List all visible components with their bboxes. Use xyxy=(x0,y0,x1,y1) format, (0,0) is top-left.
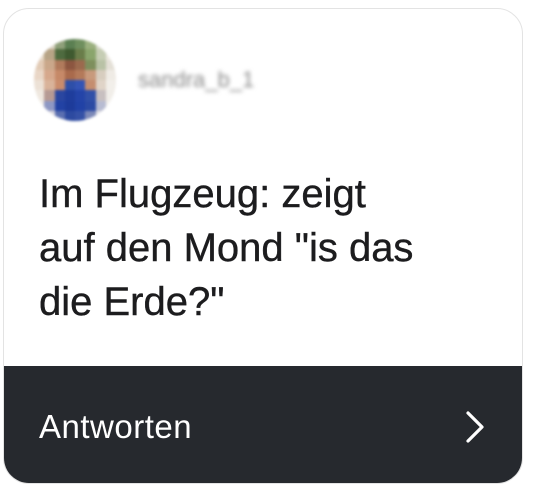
profile-photo-icon xyxy=(34,39,116,121)
question-text: Im Flugzeug: zeigt auf den Mond "is das … xyxy=(39,172,414,324)
username[interactable]: sandra_b_1 xyxy=(138,67,254,93)
reply-button[interactable]: Antworten xyxy=(4,366,522,483)
avatar[interactable] xyxy=(34,39,116,121)
chevron-right-icon xyxy=(466,410,484,443)
question-card: sandra_b_1 Im Flugzeug: zeigt auf den Mo… xyxy=(3,8,523,484)
card-header: sandra_b_1 xyxy=(34,39,254,121)
reply-label: Antworten xyxy=(39,407,193,445)
username-text: sandra_b_1 xyxy=(138,67,255,92)
